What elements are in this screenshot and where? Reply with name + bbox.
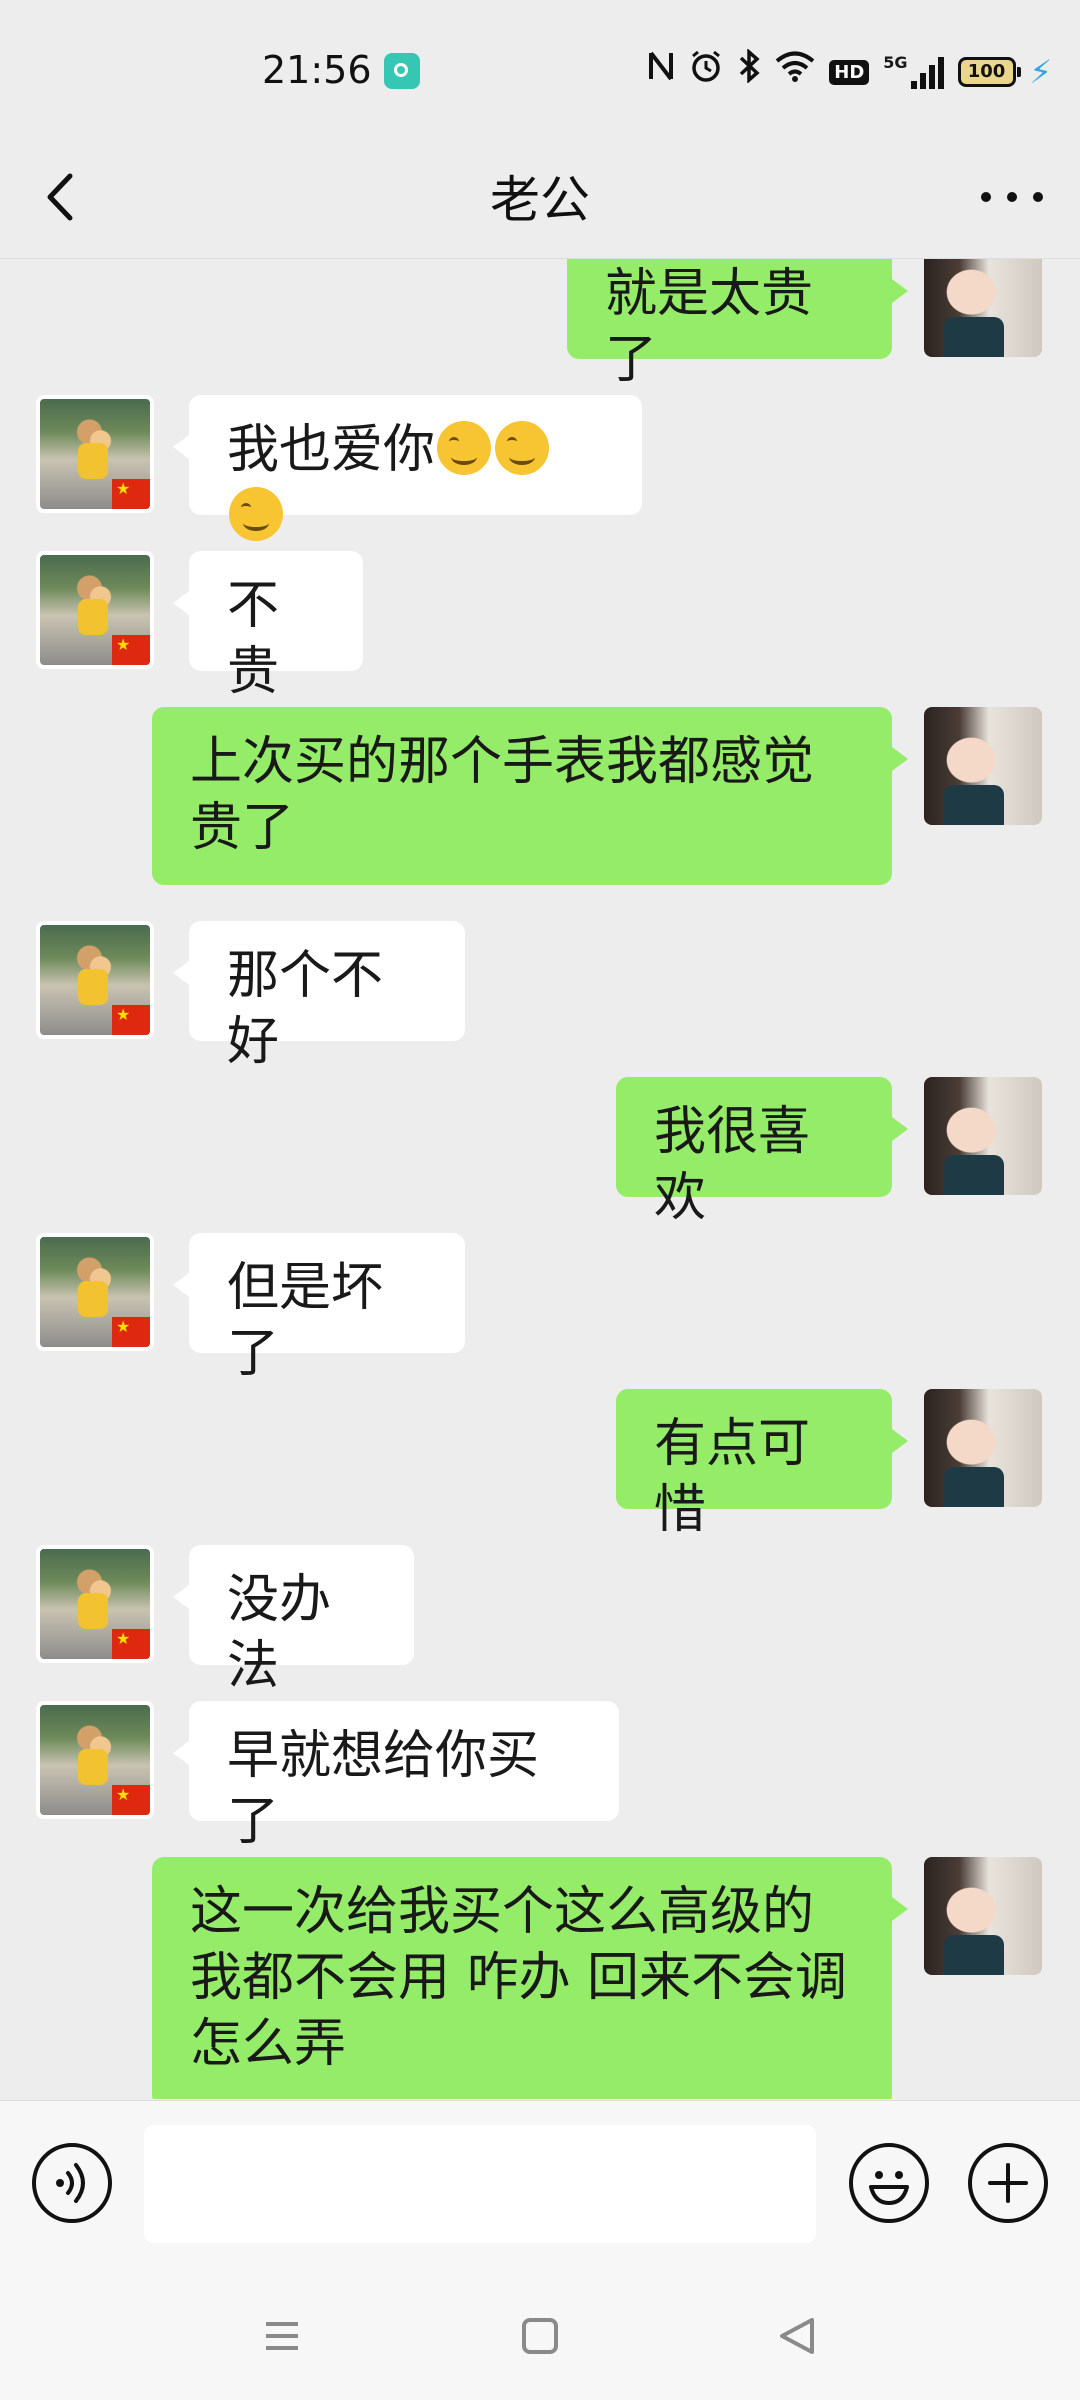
battery-level: 100 bbox=[967, 61, 1006, 82]
message-row: 我很喜欢 bbox=[0, 1077, 1080, 1228]
contact-avatar[interactable] bbox=[36, 921, 154, 1039]
contact-avatar[interactable] bbox=[36, 1701, 154, 1819]
message-row: 没办法 bbox=[0, 1545, 1080, 1696]
message-bubble-incoming[interactable]: 那个不好 bbox=[173, 921, 465, 1072]
message-bubble-incoming[interactable]: 不贵 bbox=[173, 551, 363, 702]
my-avatar[interactable] bbox=[924, 1077, 1042, 1195]
message-row: 不贵 bbox=[0, 551, 1080, 702]
chat-title: 老公 bbox=[490, 171, 590, 229]
charging-icon: ⚡ bbox=[1029, 53, 1052, 91]
voice-icon bbox=[56, 2163, 85, 2203]
back-nav-button[interactable] bbox=[768, 2306, 828, 2366]
bluetooth-icon bbox=[737, 47, 761, 96]
chat-header: 老公 bbox=[0, 140, 1080, 259]
message-bubble-outgoing[interactable]: 就是太贵了 bbox=[567, 259, 908, 390]
triangle-back-icon bbox=[780, 2318, 814, 2354]
message-bubble-outgoing[interactable]: 上次买的那个手表我都感觉贵了 bbox=[152, 707, 908, 885]
message-row: 我也爱你 bbox=[0, 395, 1080, 541]
message-row: 那个不好 bbox=[0, 921, 1080, 1072]
plus-icon bbox=[988, 2163, 1028, 2203]
emoji-button[interactable] bbox=[849, 2143, 929, 2223]
signal-bars bbox=[910, 55, 944, 89]
message-bubble-outgoing[interactable]: 有点可惜 bbox=[616, 1389, 908, 1540]
home-button[interactable] bbox=[510, 2306, 570, 2366]
smiling-face-emoji bbox=[437, 421, 492, 475]
message-text: 我也爱你 bbox=[227, 420, 436, 480]
message-row: 但是坏了 bbox=[0, 1233, 1080, 1384]
system-navigation-bar bbox=[0, 2268, 1080, 2400]
message-bubble-outgoing[interactable]: 这一次给我买个这么高级的 我都不会用 咋办 回来不会调怎么弄 bbox=[152, 1857, 908, 2099]
status-bar: 21:56 HD 5G 100 ⚡ bbox=[0, 0, 1080, 140]
message-bubble-outgoing[interactable]: 我很喜欢 bbox=[616, 1077, 908, 1228]
my-avatar[interactable] bbox=[924, 707, 1042, 825]
wifi-icon bbox=[775, 50, 815, 95]
hd-badge: HD bbox=[829, 59, 870, 85]
smiley-face-icon bbox=[869, 2171, 909, 2205]
smiling-face-emoji bbox=[495, 421, 550, 475]
message-row: 这一次给我买个这么高级的 我都不会用 咋办 回来不会调怎么弄 bbox=[0, 1857, 1080, 2099]
my-avatar[interactable] bbox=[924, 1389, 1042, 1507]
contact-avatar[interactable] bbox=[36, 1233, 154, 1351]
message-row: 早就想给你买了 bbox=[0, 1701, 1080, 1852]
home-icon bbox=[522, 2318, 558, 2354]
message-bubble-incoming[interactable]: 早就想给你买了 bbox=[173, 1701, 619, 1852]
status-icons: HD 5G 100 ⚡ bbox=[647, 47, 1052, 96]
cellular-signal-icon: 5G bbox=[883, 53, 944, 89]
alarm-icon bbox=[689, 49, 723, 96]
status-time: 21:56 bbox=[262, 48, 372, 92]
message-list[interactable]: 就是太贵了 我也爱你 不贵 上次买的那个手表我都感觉贵了 那个不好 我很喜欢 但… bbox=[0, 259, 1080, 2099]
more-functions-button[interactable] bbox=[968, 2143, 1048, 2223]
menu-button[interactable] bbox=[252, 2306, 312, 2366]
menu-icon bbox=[266, 2322, 298, 2350]
my-avatar[interactable] bbox=[924, 259, 1042, 357]
message-row: 上次买的那个手表我都感觉贵了 bbox=[0, 707, 1080, 885]
more-dots-icon bbox=[981, 192, 1043, 202]
message-row: 就是太贵了 bbox=[0, 259, 1080, 390]
message-input[interactable] bbox=[144, 2125, 816, 2243]
notification-app-icon bbox=[384, 53, 420, 89]
message-row: 有点可惜 bbox=[0, 1389, 1080, 1540]
smiling-face-emoji bbox=[229, 487, 283, 541]
input-bar bbox=[0, 2100, 1080, 2269]
my-avatar[interactable] bbox=[924, 1857, 1042, 1975]
contact-avatar[interactable] bbox=[36, 551, 154, 669]
message-bubble-incoming[interactable]: 我也爱你 bbox=[173, 395, 642, 541]
message-bubble-incoming[interactable]: 没办法 bbox=[173, 1545, 414, 1696]
network-type: 5G bbox=[883, 53, 908, 72]
message-bubble-incoming[interactable]: 但是坏了 bbox=[173, 1233, 465, 1384]
more-options-button[interactable] bbox=[972, 162, 1052, 232]
contact-avatar[interactable] bbox=[36, 1545, 154, 1663]
battery-icon: 100 bbox=[957, 57, 1021, 87]
voice-input-button[interactable] bbox=[32, 2143, 112, 2223]
nfc-icon bbox=[647, 49, 675, 96]
contact-avatar[interactable] bbox=[36, 395, 154, 513]
